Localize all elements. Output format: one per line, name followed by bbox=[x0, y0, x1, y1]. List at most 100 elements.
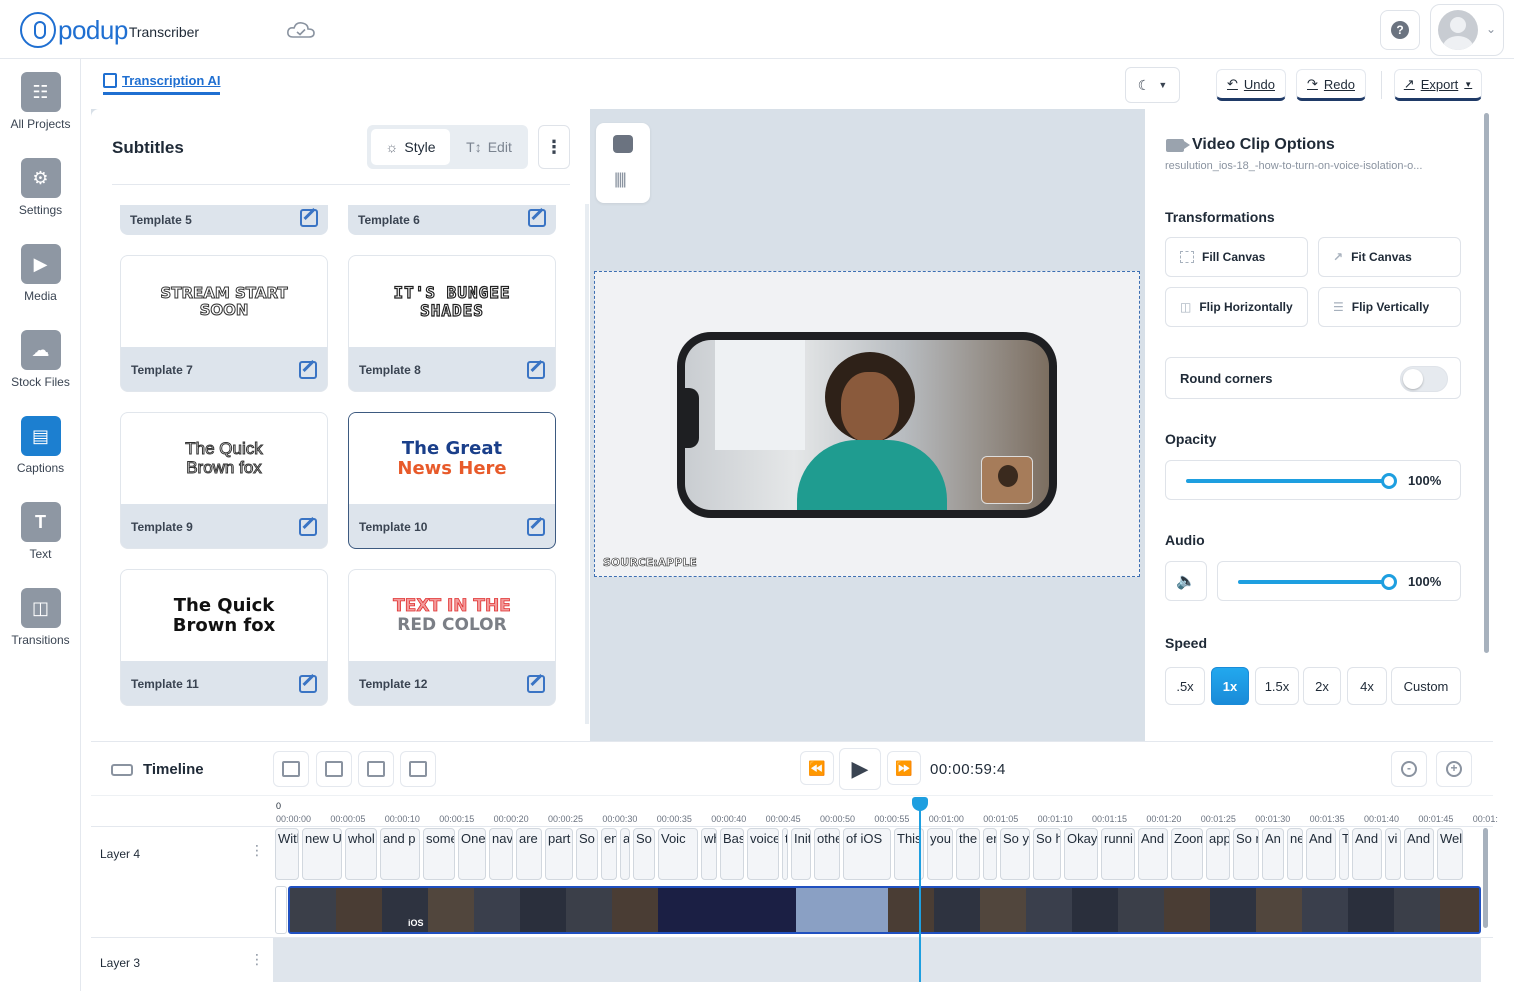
speed-1x-button[interactable]: 1x bbox=[1211, 667, 1249, 705]
waveform-icon[interactable]: ||||| bbox=[614, 171, 627, 189]
subtitle-clip[interactable]: nav bbox=[489, 828, 513, 880]
round-corners-toggle[interactable] bbox=[1400, 366, 1448, 392]
subtitle-clip[interactable]: app bbox=[1206, 828, 1230, 880]
sidebar-item-transitions[interactable]: ◫ Transitions bbox=[0, 588, 81, 647]
robot-icon[interactable] bbox=[613, 135, 633, 153]
subtitle-clip[interactable]: Okay bbox=[1064, 828, 1098, 880]
audio-slider-handle[interactable] bbox=[1381, 574, 1397, 590]
edit-template-icon[interactable] bbox=[299, 518, 317, 536]
opacity-slider-track[interactable] bbox=[1186, 479, 1390, 483]
edit-button[interactable]: T↕ Edit bbox=[453, 129, 525, 165]
subtitle-clip[interactable]: With bbox=[275, 828, 299, 880]
subtitle-clip[interactable]: t bbox=[782, 828, 788, 880]
fast-forward-button[interactable]: ⏩ bbox=[887, 751, 921, 785]
layer-4-menu-icon[interactable]: ⋮ bbox=[250, 843, 264, 857]
template-card-7[interactable]: STREAM START SOON Template 7 bbox=[120, 255, 328, 392]
timeline-ruler[interactable]: 0 00:00:00 00:00:05 00:00:10 00:00:15 00:00:… bbox=[91, 795, 1498, 827]
tab-transcription-ai[interactable]: Transcription AI bbox=[103, 73, 221, 95]
eraser-button[interactable] bbox=[400, 751, 436, 787]
subtitle-clip[interactable]: vi bbox=[1385, 828, 1401, 880]
cloud-sync-icon[interactable] bbox=[286, 20, 316, 40]
speed-4x-button[interactable]: 4x bbox=[1347, 667, 1387, 705]
template-card-6[interactable]: Template 6 bbox=[348, 205, 556, 235]
subtitle-clip[interactable]: whol bbox=[345, 828, 377, 880]
template-card-12[interactable]: TEXT IN THE RED COLOR Template 12 bbox=[348, 569, 556, 706]
edit-template-icon[interactable] bbox=[527, 675, 545, 693]
undo-button[interactable]: ↶ Undo bbox=[1216, 69, 1286, 101]
subtitle-clip[interactable]: a bbox=[620, 828, 630, 880]
timeline-scrollbar[interactable] bbox=[1483, 828, 1488, 928]
sidebar-item-settings[interactable]: ⚙ Settings bbox=[0, 158, 81, 217]
layers-button[interactable] bbox=[273, 751, 309, 787]
edit-template-icon[interactable] bbox=[299, 361, 317, 379]
edit-template-icon[interactable] bbox=[300, 209, 318, 227]
fill-canvas-button[interactable]: Fill Canvas bbox=[1165, 237, 1308, 277]
zoom-out-button[interactable]: - bbox=[1391, 751, 1427, 787]
sidebar-item-text[interactable]: T Text bbox=[0, 502, 81, 561]
flip-horizontally-button[interactable]: ◫ Flip Horizontally bbox=[1165, 287, 1308, 327]
template-card-11[interactable]: The Quick Brown fox Template 11 bbox=[120, 569, 328, 706]
speed-2x-button[interactable]: 2x bbox=[1303, 667, 1341, 705]
subtitle-clip[interactable]: runni bbox=[1101, 828, 1135, 880]
redo-button[interactable]: ↷ Redo bbox=[1296, 69, 1366, 101]
subtitle-clip[interactable]: voice bbox=[747, 828, 779, 880]
subtitle-clip[interactable]: wh bbox=[701, 828, 717, 880]
subtitle-clip[interactable]: T bbox=[1339, 828, 1349, 880]
fit-canvas-button[interactable]: ↗ Fit Canvas bbox=[1318, 237, 1461, 277]
edit-template-icon[interactable] bbox=[527, 361, 545, 379]
account-menu-button[interactable]: ⌄ bbox=[1430, 4, 1504, 56]
more-options-button[interactable]: ⋮ bbox=[538, 125, 570, 169]
subtitle-clip[interactable]: And t bbox=[1404, 828, 1434, 880]
subtitle-clip[interactable]: part bbox=[545, 828, 573, 880]
subtitle-clip[interactable]: Zoom bbox=[1171, 828, 1203, 880]
subtitle-clip[interactable]: An bbox=[1262, 828, 1284, 880]
sidebar-item-stock-files[interactable]: ☁ Stock Files bbox=[0, 330, 81, 389]
rewind-button[interactable]: ⏪ bbox=[800, 751, 834, 785]
options-scrollbar[interactable] bbox=[1484, 113, 1489, 653]
sidebar-item-all-projects[interactable]: ☷ All Projects bbox=[0, 72, 81, 131]
video-clip[interactable]: iOS bbox=[288, 886, 1481, 934]
subtitle-clip[interactable]: you bbox=[927, 828, 953, 880]
subtitle-clip[interactable]: the bbox=[956, 828, 980, 880]
subtitle-clip[interactable]: And bbox=[1352, 828, 1382, 880]
subtitle-clip[interactable]: are bbox=[516, 828, 542, 880]
play-button[interactable]: ▶ bbox=[839, 748, 881, 790]
subtitle-clip[interactable]: ne bbox=[1287, 828, 1303, 880]
subtitle-clip[interactable]: othe bbox=[814, 828, 840, 880]
subtitle-clip[interactable]: some bbox=[423, 828, 455, 880]
subtitle-clip[interactable]: Voic bbox=[658, 828, 698, 880]
zoom-in-button[interactable]: + bbox=[1436, 751, 1472, 787]
subtitle-clip[interactable]: en bbox=[983, 828, 997, 880]
help-button[interactable]: ? bbox=[1380, 10, 1420, 50]
template-card-8[interactable]: IT'S BUNGEE SHADES Template 8 bbox=[348, 255, 556, 392]
subtitle-clip[interactable]: And bbox=[1306, 828, 1336, 880]
opacity-slider-handle[interactable] bbox=[1381, 473, 1397, 489]
split-button[interactable] bbox=[316, 751, 352, 787]
template-card-5[interactable]: Template 5 bbox=[120, 205, 328, 235]
template-card-10[interactable]: The Great News Here Template 10 bbox=[348, 412, 556, 549]
subtitle-clip[interactable]: Bas bbox=[720, 828, 744, 880]
clip-trim-handle[interactable] bbox=[275, 886, 287, 934]
edit-template-icon[interactable] bbox=[527, 518, 545, 536]
subtitle-clip[interactable]: Wel bbox=[1437, 828, 1463, 880]
mute-button[interactable]: 🔈 bbox=[1165, 561, 1207, 601]
subtitle-clip[interactable]: Init bbox=[791, 828, 811, 880]
subtitle-clip[interactable]: And bbox=[1138, 828, 1168, 880]
style-button[interactable]: ☼ Style bbox=[371, 129, 450, 165]
subtitle-clip[interactable]: So n bbox=[1233, 828, 1259, 880]
subtitle-clip[interactable]: So bbox=[576, 828, 598, 880]
sidebar-item-media[interactable]: ▶ Media bbox=[0, 244, 81, 303]
subtitle-clip[interactable]: of iOS bbox=[843, 828, 891, 880]
podup-logo[interactable]: podup Transcriber bbox=[20, 12, 199, 48]
subtitles-scrollbar[interactable] bbox=[585, 204, 589, 724]
template-card-9[interactable]: The Quick Brown fox Template 9 bbox=[120, 412, 328, 549]
subtitle-clip[interactable]: enc bbox=[601, 828, 617, 880]
export-button[interactable]: ↗ Export ▼ bbox=[1394, 69, 1482, 101]
playhead[interactable] bbox=[912, 797, 928, 982]
speed-0.5x-button[interactable]: .5x bbox=[1165, 667, 1205, 705]
edit-template-icon[interactable] bbox=[528, 209, 546, 227]
layer-3-menu-icon[interactable]: ⋮ bbox=[250, 952, 264, 966]
subtitle-clip[interactable]: So ho bbox=[1033, 828, 1061, 880]
subtitle-clip[interactable]: So v bbox=[633, 828, 655, 880]
speed-1.5x-button[interactable]: 1.5x bbox=[1255, 667, 1299, 705]
